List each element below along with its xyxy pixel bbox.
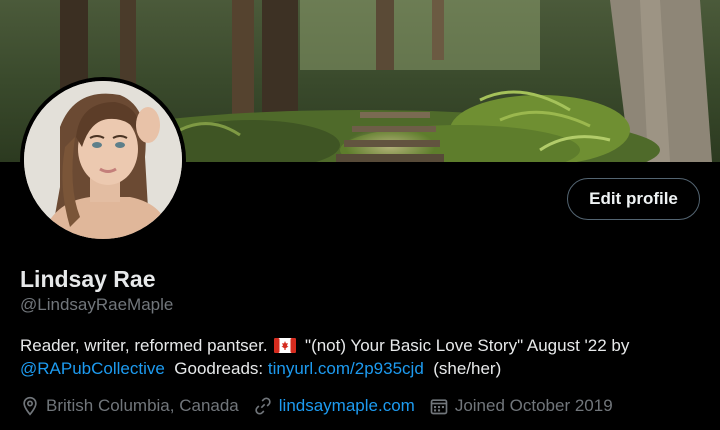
location-text: British Columbia, Canada xyxy=(46,396,239,415)
profile-header: Edit profile Lindsay Rae @LindsayRaeMapl… xyxy=(0,0,720,430)
bio-text-part1: Reader, writer, reformed pantser. xyxy=(20,336,268,355)
joined-text: Joined October 2019 xyxy=(454,396,613,415)
website-link[interactable]: lindsaymaple.com xyxy=(279,396,415,416)
avatar-photo-illustration xyxy=(21,78,185,242)
bio-text-part2: "(not) Your Basic Love Story" August '22… xyxy=(305,336,630,355)
mention-rapubcollective-link[interactable]: @RAPubCollective xyxy=(20,359,165,378)
location-item: British Columbia, Canada xyxy=(20,396,239,416)
bio-line-1: Reader, writer, reformed pantser. "(not)… xyxy=(20,334,700,357)
location-pin-icon xyxy=(23,396,37,416)
bio: Reader, writer, reformed pantser. "(not)… xyxy=(20,334,700,380)
calendar-icon xyxy=(430,399,448,415)
bio-text-part3: Goodreads: xyxy=(174,359,264,378)
edit-profile-button[interactable]: Edit profile xyxy=(567,178,700,220)
canada-flag-icon xyxy=(274,338,297,353)
link-icon xyxy=(255,397,271,415)
bio-pronouns: (she/her) xyxy=(433,359,502,378)
avatar[interactable] xyxy=(20,77,186,243)
display-name: Lindsay Rae xyxy=(20,266,156,292)
website-item: lindsaymaple.com xyxy=(253,396,415,416)
profile-meta: British Columbia, Canada lindsaymaple.co… xyxy=(20,396,627,416)
goodreads-link[interactable]: tinyurl.com/2p935cjd xyxy=(268,359,424,378)
joined-item: Joined October 2019 xyxy=(429,396,613,416)
username-handle: @LindsayRaeMaple xyxy=(20,295,174,314)
bio-line-2: @RAPubCollective Goodreads: tinyurl.com/… xyxy=(20,357,700,380)
